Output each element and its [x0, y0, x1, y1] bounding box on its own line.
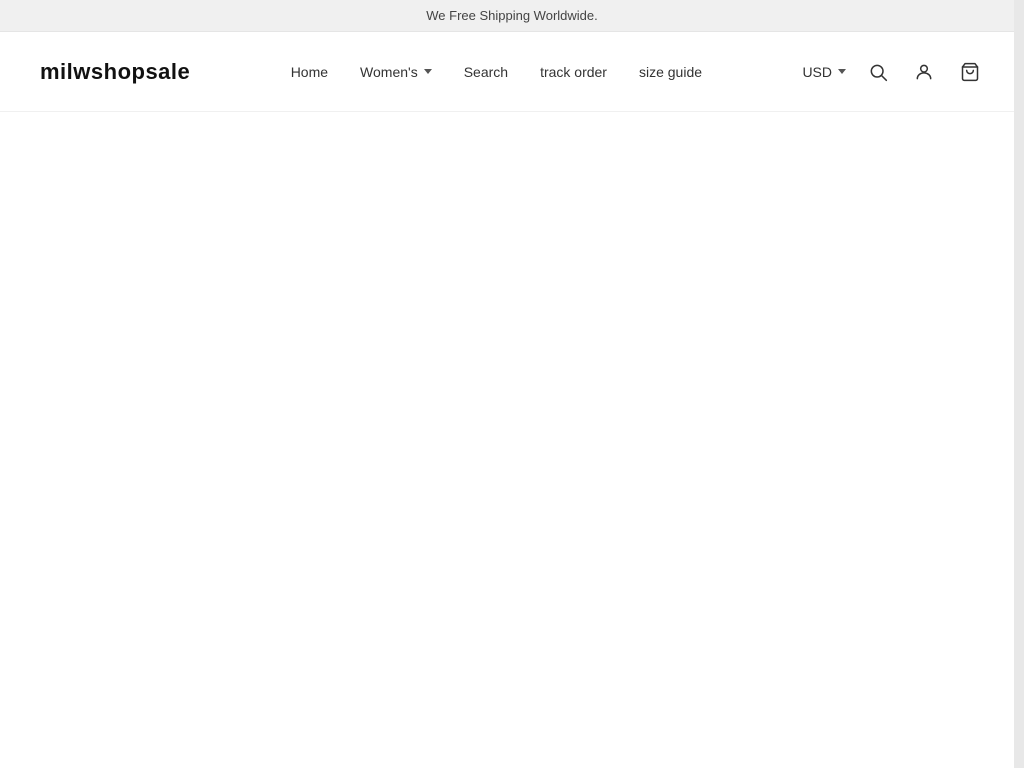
announcement-text: We Free Shipping Worldwide. [426, 8, 598, 23]
nav-link-womens[interactable]: Women's [360, 64, 432, 80]
chevron-down-icon [838, 69, 846, 74]
nav-link-search[interactable]: Search [464, 64, 508, 80]
main-nav: Home Women's Search track order size gui… [291, 64, 702, 80]
chevron-down-icon [424, 69, 432, 74]
nav-item-home[interactable]: Home [291, 64, 328, 80]
scrollbar[interactable] [1014, 0, 1024, 768]
nav-link-home[interactable]: Home [291, 64, 328, 80]
announcement-bar: We Free Shipping Worldwide. [0, 0, 1024, 32]
nav-item-search[interactable]: Search [464, 64, 508, 80]
account-icon [914, 62, 934, 82]
nav-item-size-guide[interactable]: size guide [639, 64, 702, 80]
nav-item-womens[interactable]: Women's [360, 64, 432, 80]
cart-button[interactable] [956, 58, 984, 86]
nav-item-track-order[interactable]: track order [540, 64, 607, 80]
nav-link-track-order[interactable]: track order [540, 64, 607, 80]
main-content [0, 112, 1024, 772]
currency-value: USD [802, 64, 832, 80]
nav-link-size-guide[interactable]: size guide [639, 64, 702, 80]
account-button[interactable] [910, 58, 938, 86]
header-icons: USD [802, 58, 984, 86]
search-icon [868, 62, 888, 82]
search-button[interactable] [864, 58, 892, 86]
site-header: milwshopsale Home Women's Search track o… [0, 32, 1024, 112]
cart-icon [960, 62, 980, 82]
currency-selector[interactable]: USD [802, 64, 846, 80]
site-logo[interactable]: milwshopsale [40, 59, 190, 85]
